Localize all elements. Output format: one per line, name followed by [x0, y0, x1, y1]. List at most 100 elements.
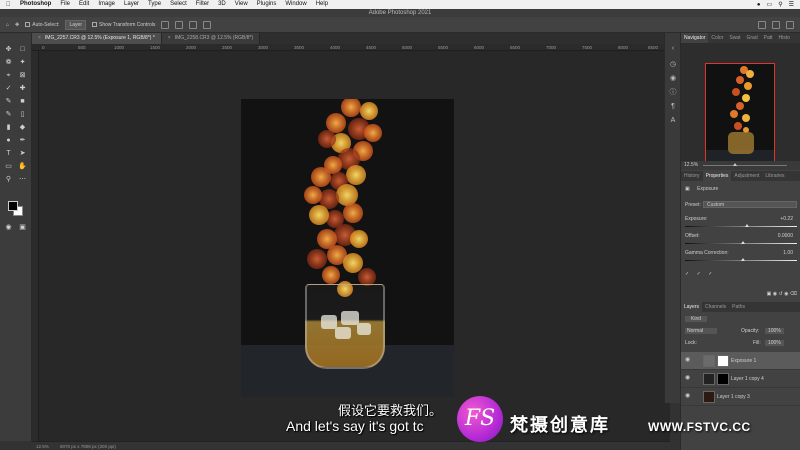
- menu-view[interactable]: View: [235, 0, 248, 9]
- menu-help[interactable]: Help: [316, 0, 328, 9]
- quick-mask-icon[interactable]: ◉: [4, 223, 13, 232]
- tab-histogram[interactable]: Histo: [776, 33, 793, 43]
- type-tool-icon[interactable]: T: [4, 149, 13, 158]
- exposure-value[interactable]: +0.22: [780, 216, 793, 222]
- tab-history[interactable]: History: [681, 171, 703, 181]
- preset-dropdown[interactable]: Custom: [703, 201, 797, 208]
- tab-img-2257[interactable]: × IMG_2257.CR3 @ 12.5% (Exposure 1, RGB/8…: [32, 33, 162, 44]
- tab-properties[interactable]: Properties: [702, 171, 732, 181]
- home-icon[interactable]: ⌂: [6, 22, 9, 28]
- navigator-zoom-slider[interactable]: [703, 163, 787, 166]
- battery-icon[interactable]: ▭: [767, 1, 773, 8]
- foreground-color-swatch[interactable]: [8, 201, 18, 211]
- control-center-icon[interactable]: ☰: [789, 1, 794, 8]
- move-tool-icon[interactable]: ✥: [4, 45, 13, 54]
- menu-select[interactable]: Select: [170, 0, 187, 9]
- reset-icon[interactable]: ↺: [779, 291, 783, 297]
- character-panel-icon[interactable]: A: [669, 117, 677, 125]
- align-center-icon[interactable]: [175, 20, 184, 29]
- tab-navigator[interactable]: Navigator: [681, 33, 709, 43]
- share-icon[interactable]: [786, 20, 794, 29]
- view-previous-icon[interactable]: ◉: [773, 291, 777, 297]
- eye-icon[interactable]: ◉: [685, 357, 692, 364]
- path-select-icon[interactable]: ➤: [18, 149, 27, 158]
- tab-gradients[interactable]: Grad: [743, 33, 760, 43]
- white-point-eyedropper-icon[interactable]: ✓: [708, 271, 712, 277]
- menu-file[interactable]: File: [60, 0, 70, 9]
- frame-tool-icon[interactable]: ⊠: [18, 71, 27, 80]
- menu-plugins[interactable]: Plugins: [257, 0, 277, 9]
- more-options-icon[interactable]: [203, 20, 212, 29]
- menu-edit[interactable]: Edit: [79, 0, 89, 9]
- shape-tool-icon[interactable]: ▭: [4, 162, 13, 171]
- color-panel-icon[interactable]: ◉: [669, 75, 677, 83]
- healing-brush-icon[interactable]: ✚: [18, 84, 27, 93]
- quick-select-tool-icon[interactable]: ✦: [18, 58, 27, 67]
- eye-icon[interactable]: ◉: [685, 393, 692, 400]
- navigator-thumbnail[interactable]: [705, 63, 775, 167]
- document-image[interactable]: [241, 99, 454, 397]
- layer-row-copy3[interactable]: ◉ Layer 1 copy 3: [681, 388, 800, 406]
- move-tool-icon[interactable]: ✥: [15, 22, 19, 28]
- menu-image[interactable]: Image: [98, 0, 115, 9]
- history-panel-icon[interactable]: ◷: [669, 61, 677, 69]
- blend-mode-dropdown[interactable]: Normal: [685, 328, 718, 334]
- paragraph-panel-icon[interactable]: ¶: [669, 103, 677, 111]
- gradient-tool-icon[interactable]: ▮: [4, 123, 13, 132]
- close-icon[interactable]: ×: [38, 35, 41, 41]
- lasso-tool-icon[interactable]: ❁: [4, 58, 13, 67]
- wifi-icon[interactable]: ●: [757, 2, 761, 8]
- eraser-tool-icon[interactable]: ▯: [18, 110, 27, 119]
- marquee-tool-icon[interactable]: □: [18, 45, 27, 54]
- more-tools-icon[interactable]: ⋯: [18, 175, 27, 184]
- tab-paths[interactable]: Paths: [729, 302, 748, 312]
- stamp-tool-icon[interactable]: ■: [18, 97, 27, 106]
- menu-type[interactable]: Type: [148, 0, 161, 9]
- screen-mode-icon[interactable]: ▣: [18, 223, 27, 232]
- show-transform-checkbox[interactable]: Show Transform Controls: [92, 22, 155, 28]
- visibility-icon[interactable]: ◉: [784, 291, 788, 297]
- exposure-slider-knob[interactable]: [745, 224, 749, 227]
- brush-tool-icon[interactable]: ✎: [4, 97, 13, 106]
- history-brush-icon[interactable]: ✎: [4, 110, 13, 119]
- opacity-value[interactable]: 100%: [765, 328, 784, 334]
- crop-tool-icon[interactable]: ⌖: [4, 71, 13, 80]
- search-icon[interactable]: ⚲: [778, 1, 782, 8]
- offset-slider-knob[interactable]: [741, 241, 745, 244]
- menu-filter[interactable]: Filter: [196, 0, 209, 9]
- layer-mask-thumbnail[interactable]: [717, 373, 729, 385]
- tab-color[interactable]: Color: [708, 33, 726, 43]
- menu-app-name[interactable]: Photoshop: [20, 0, 51, 9]
- black-point-eyedropper-icon[interactable]: ✓: [685, 271, 689, 277]
- workspace-icon[interactable]: [772, 20, 780, 29]
- dodge-tool-icon[interactable]: ●: [4, 136, 13, 145]
- tab-swatches[interactable]: Swat: [726, 33, 743, 43]
- fill-value[interactable]: 100%: [765, 340, 784, 346]
- align-left-icon[interactable]: [161, 20, 170, 29]
- navigator-zoom-value[interactable]: 12.5%: [684, 162, 698, 168]
- filter-kind-dropdown[interactable]: Kind: [685, 316, 708, 322]
- tab-adjustments[interactable]: Adjustment: [731, 171, 762, 181]
- pen-tool-icon[interactable]: ✒: [18, 136, 27, 145]
- apple-icon[interactable]: : [6, 2, 12, 8]
- gamma-value[interactable]: 1.00: [783, 250, 793, 256]
- menu-layer[interactable]: Layer: [124, 0, 139, 9]
- tab-patterns[interactable]: Patt: [761, 33, 776, 43]
- hand-tool-icon[interactable]: ✋: [18, 162, 27, 171]
- tab-layers[interactable]: Layers: [681, 302, 703, 312]
- panel-collapse-icon[interactable]: ‹: [669, 45, 677, 53]
- gamma-slider-knob[interactable]: [741, 258, 745, 261]
- layer-row-copy4[interactable]: ◉ Layer 1 copy 4: [681, 370, 800, 388]
- layer-select-dropdown[interactable]: Layer: [65, 19, 86, 30]
- status-zoom[interactable]: 12.5%: [36, 444, 49, 449]
- trash-icon[interactable]: ⌫: [790, 291, 797, 297]
- eyedropper-tool-icon[interactable]: ✓: [4, 84, 13, 93]
- eye-icon[interactable]: ◉: [685, 375, 692, 382]
- zoom-tool-icon[interactable]: ⚲: [4, 175, 13, 184]
- clip-to-layer-icon[interactable]: ▣: [767, 291, 772, 297]
- gamma-slider[interactable]: [685, 258, 797, 261]
- info-panel-icon[interactable]: ⓘ: [669, 89, 677, 97]
- close-icon[interactable]: ×: [168, 35, 171, 41]
- gray-point-eyedropper-icon[interactable]: ✓: [697, 271, 701, 277]
- offset-value[interactable]: 0.0000: [778, 233, 793, 239]
